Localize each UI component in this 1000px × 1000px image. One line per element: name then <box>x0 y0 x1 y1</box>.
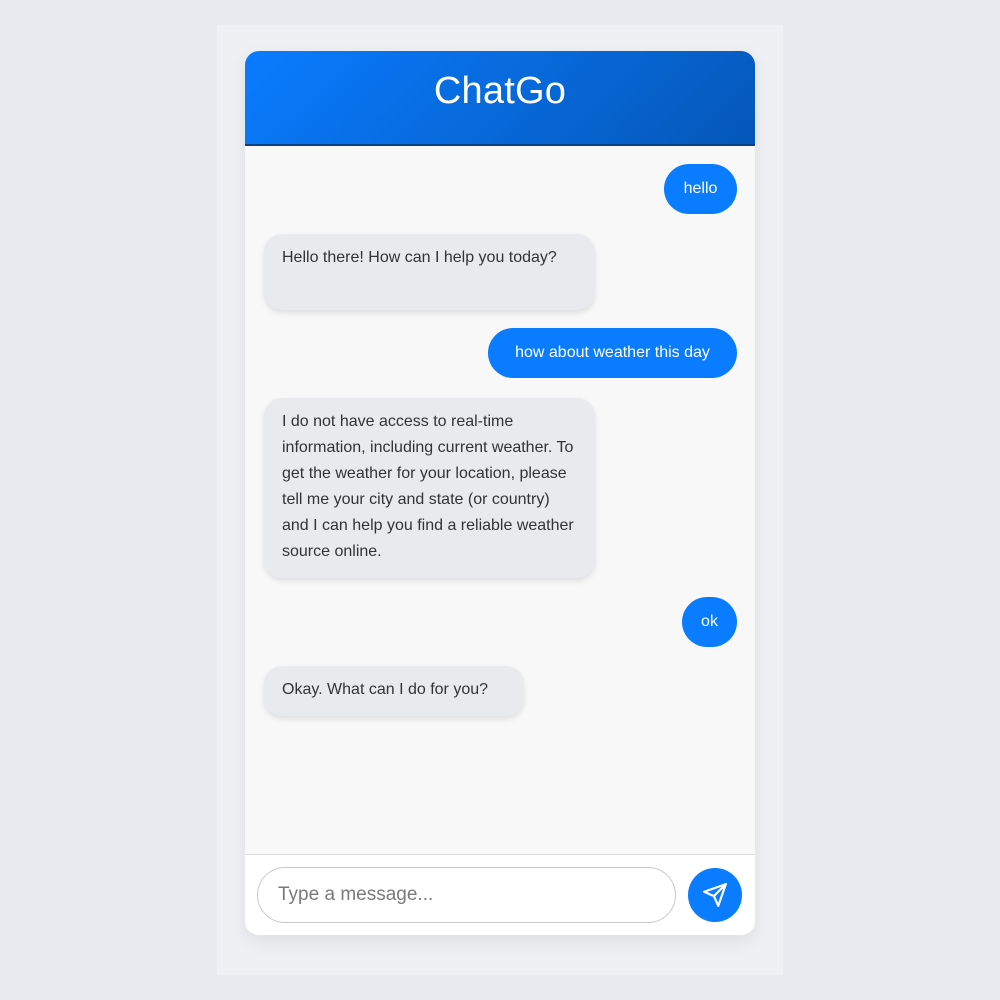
composer-bar <box>245 854 755 935</box>
bot-message: Hello there! How can I help you today? <box>264 234 595 310</box>
send-button[interactable] <box>688 868 742 922</box>
app-frame: ChatGo hello Hello there! How can I help… <box>217 25 783 975</box>
message-input[interactable] <box>257 867 676 923</box>
user-message: how about weather this day <box>488 328 737 378</box>
app-title: ChatGo <box>433 70 567 112</box>
user-message: ok <box>682 597 737 647</box>
bot-message: Okay. What can I do for you? <box>264 666 524 716</box>
send-icon <box>702 882 728 908</box>
chat-header: ChatGo <box>245 51 755 146</box>
bot-message: I do not have access to real-time inform… <box>264 398 595 578</box>
user-message: hello <box>664 164 737 214</box>
chat-window: ChatGo hello Hello there! How can I help… <box>245 51 755 935</box>
message-list[interactable]: hello Hello there! How can I help you to… <box>245 146 755 854</box>
